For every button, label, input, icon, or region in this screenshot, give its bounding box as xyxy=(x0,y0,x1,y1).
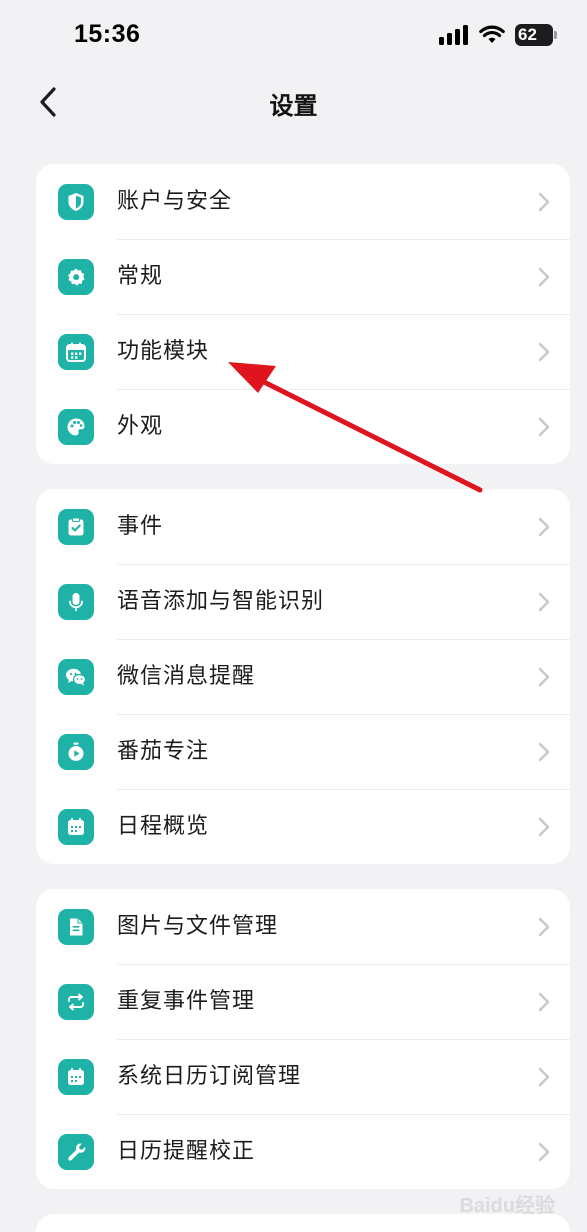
settings-item-label: 日历提醒校正 xyxy=(117,1139,256,1164)
shield-icon xyxy=(58,184,94,220)
settings-item-label: 重复事件管理 xyxy=(117,989,256,1014)
status-bar: 15:36 62 xyxy=(0,0,587,72)
settings-item-image-file-management[interactable]: 图片与文件管理 xyxy=(36,889,570,964)
chevron-right-icon xyxy=(538,342,550,362)
settings-item-calendar-reminder-calibration[interactable]: 日历提醒校正 xyxy=(36,1114,570,1189)
chevron-right-icon xyxy=(538,517,550,537)
settings-item-label: 系统日历订阅管理 xyxy=(117,1064,302,1089)
settings-item-system-calendar-subscription[interactable]: 系统日历订阅管理 xyxy=(36,1039,570,1114)
settings-group-2: 事件 语音添加与智能识别 微信消息提醒 番茄专注 日程概览 xyxy=(36,489,570,864)
chevron-right-icon xyxy=(538,1142,550,1162)
settings-item-account-security[interactable]: 账户与安全 xyxy=(36,164,570,239)
chevron-right-icon xyxy=(538,917,550,937)
clipboard-check-icon xyxy=(58,509,94,545)
wechat-icon xyxy=(58,659,94,695)
chevron-right-icon xyxy=(538,817,550,837)
battery-icon: 62 xyxy=(515,24,557,46)
chevron-right-icon xyxy=(538,417,550,437)
settings-item-schedule-overview[interactable]: 日程概览 xyxy=(36,789,570,864)
chevron-right-icon xyxy=(538,267,550,287)
repeat-icon xyxy=(58,984,94,1020)
settings-item-pomodoro[interactable]: 番茄专注 xyxy=(36,714,570,789)
settings-item-label: 账户与安全 xyxy=(117,189,233,214)
calendar-grid-icon xyxy=(58,809,94,845)
settings-item-feature-modules[interactable]: 功能模块 xyxy=(36,314,570,389)
settings-item-label: 功能模块 xyxy=(117,339,210,364)
settings-item-label: 外观 xyxy=(117,414,164,439)
chevron-right-icon xyxy=(538,992,550,1012)
chevron-right-icon xyxy=(538,192,550,212)
calendar-grid-icon xyxy=(58,1059,94,1095)
settings-item-label: 图片与文件管理 xyxy=(117,914,279,939)
chevron-right-icon xyxy=(538,592,550,612)
settings-item-label: 番茄专注 xyxy=(117,739,210,764)
settings-item-label: 微信消息提醒 xyxy=(117,664,256,689)
file-icon xyxy=(58,909,94,945)
gear-icon xyxy=(58,259,94,295)
microphone-icon xyxy=(58,584,94,620)
settings-group-3: 图片与文件管理 重复事件管理 系统日历订阅管理 日历提醒校正 xyxy=(36,889,570,1189)
watermark: Baidu经验 xyxy=(459,1195,555,1217)
settings-item-appearance[interactable]: 外观 xyxy=(36,389,570,464)
settings-item-label: 语音添加与智能识别 xyxy=(117,589,325,614)
settings-item-label: 日程概览 xyxy=(117,814,210,839)
wifi-icon xyxy=(479,25,505,43)
settings-item-label: 事件 xyxy=(117,514,164,539)
page-title: 设置 xyxy=(269,92,318,120)
settings-item-general[interactable]: 常规 xyxy=(36,239,570,314)
chevron-right-icon xyxy=(538,1067,550,1087)
settings-item-repeat-event-management[interactable]: 重复事件管理 xyxy=(36,964,570,1039)
settings-item-label: 常规 xyxy=(117,264,164,289)
settings-item-wechat-reminder[interactable]: 微信消息提醒 xyxy=(36,639,570,714)
settings-item-voice-recognition[interactable]: 语音添加与智能识别 xyxy=(36,564,570,639)
settings-group-1: 账户与安全 常规 功能模块 外观 xyxy=(36,164,570,464)
settings-item-events[interactable]: 事件 xyxy=(36,489,570,564)
status-icons: 62 xyxy=(439,24,557,46)
palette-icon xyxy=(58,409,94,445)
timer-play-icon xyxy=(58,734,94,770)
wrench-icon xyxy=(58,1134,94,1170)
navigation-bar: 设置 xyxy=(0,72,587,134)
calendar-icon xyxy=(58,334,94,370)
chevron-right-icon xyxy=(538,667,550,687)
cellular-signal-icon xyxy=(439,25,468,45)
status-time: 15:36 xyxy=(74,20,141,48)
chevron-right-icon xyxy=(538,742,550,762)
